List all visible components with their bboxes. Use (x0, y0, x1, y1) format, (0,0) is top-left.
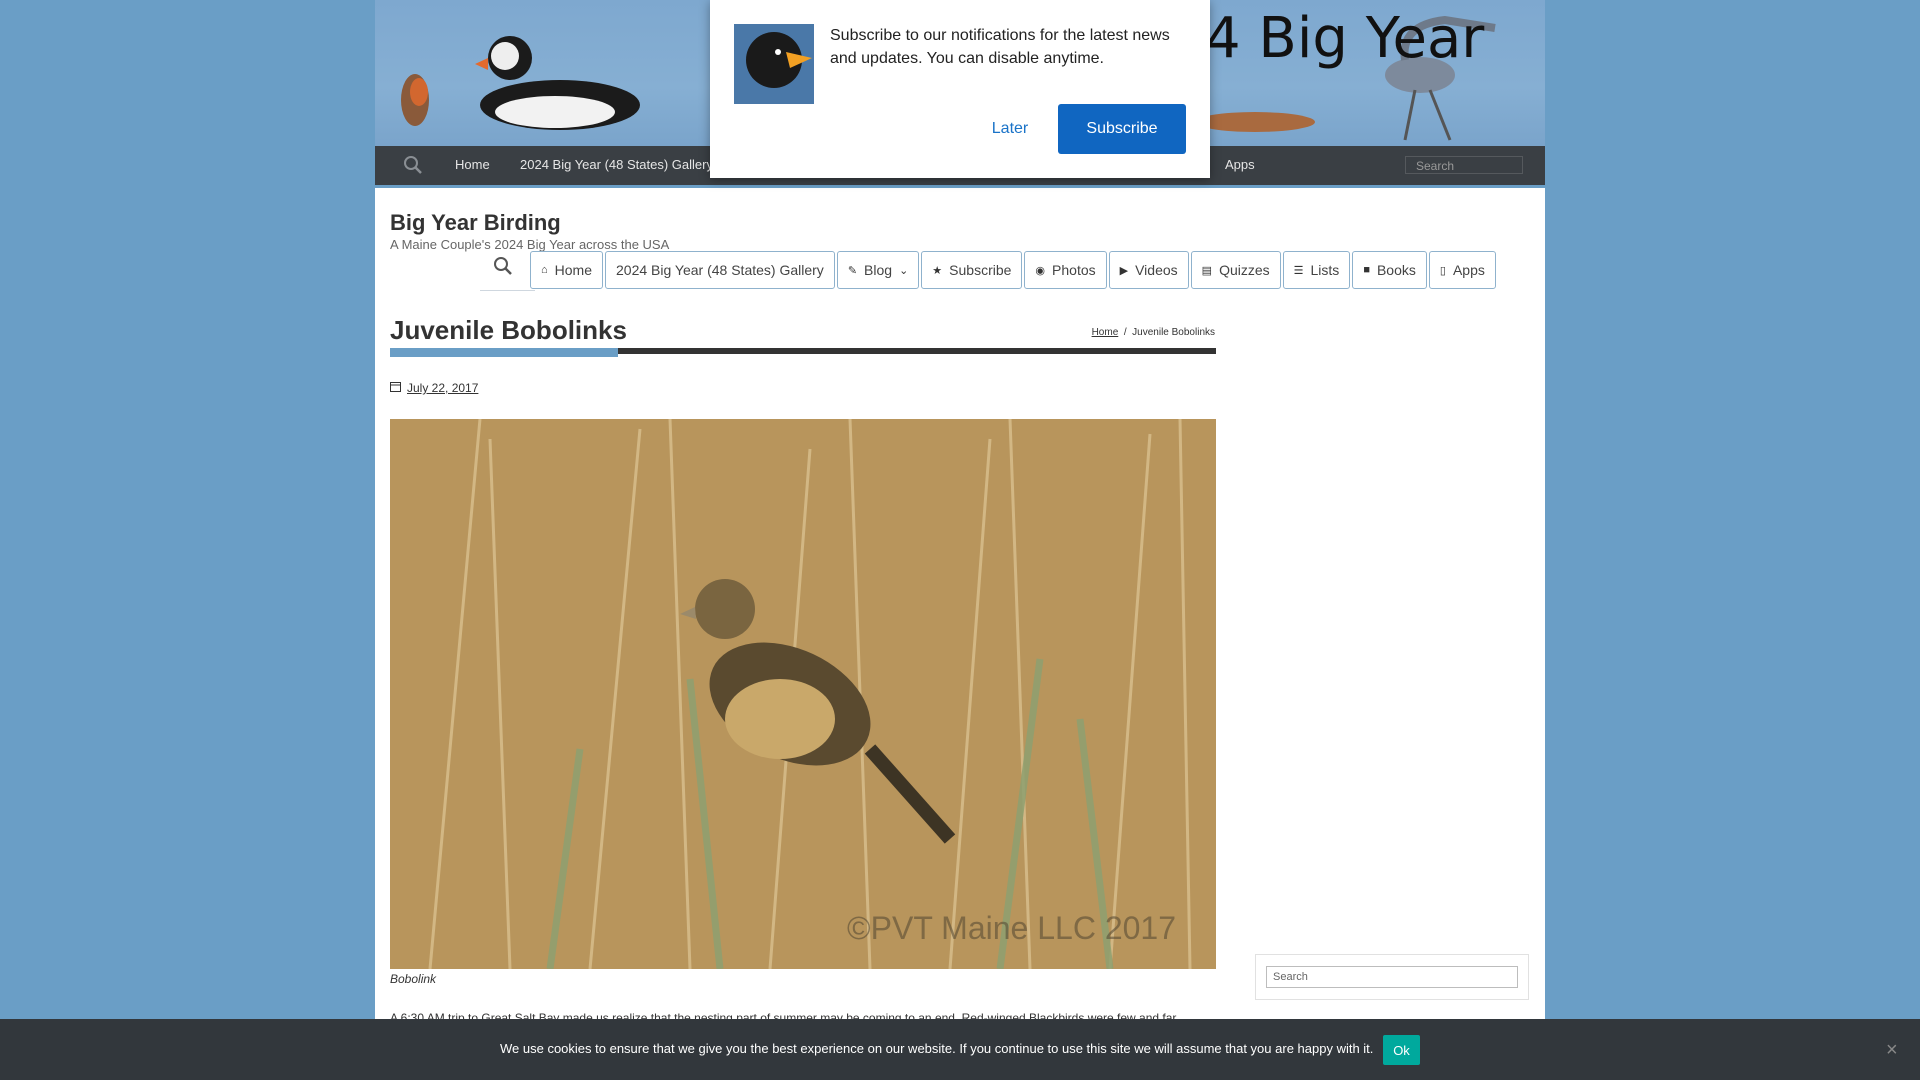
topnav-item-gallery[interactable]: 2024 Big Year (48 States) Gallery (520, 157, 713, 172)
breadcrumb-separator: / (1123, 327, 1127, 338)
menu-item-home[interactable]: ⌂ Home (530, 251, 604, 289)
sidebar-search-widget: Search (1255, 954, 1529, 1000)
menu-item-blog[interactable]: ✎ Blog ⌄ (836, 251, 920, 289)
breadcrumb-home-link[interactable]: Home (1092, 327, 1119, 338)
menu-item-label: Blog (864, 262, 893, 278)
books-icon: ■ (1363, 264, 1370, 276)
post-title: Juvenile Bobolinks (390, 315, 627, 345)
list-icon: ☰ (1293, 264, 1304, 277)
post-date: July 22, 2017 (390, 381, 478, 395)
menu-item-label: 2024 Big Year (48 States) Gallery (616, 262, 824, 278)
sidebar-search-input[interactable]: Search (1266, 966, 1518, 988)
page-container: 4 Big Year Home 2024 Big Year (48 States… (375, 0, 1545, 1080)
search-icon[interactable] (403, 155, 423, 180)
menu-item-books[interactable]: ■ Books (1352, 251, 1427, 289)
menu-search-icon[interactable] (493, 256, 513, 281)
menu-item-label: Books (1376, 262, 1416, 278)
later-button[interactable]: Later (960, 104, 1060, 154)
site-tagline: A Maine Couple's 2024 Big Year across th… (390, 237, 670, 252)
menu-item-lists[interactable]: ☰ Lists (1282, 251, 1351, 289)
book-edit-icon: ✎ (847, 264, 858, 277)
main-menu: ⌂ Home 2024 Big Year (48 States) Gallery… (530, 251, 1496, 289)
close-icon[interactable]: × (1886, 1039, 1898, 1062)
notification-thumbnail (734, 24, 814, 104)
cookie-message: We use cookies to ensure that we give yo… (500, 1041, 1374, 1056)
camera-icon: ◉ (1035, 264, 1046, 277)
topnav-item-home[interactable]: Home (455, 157, 490, 172)
breadcrumb: Home / Juvenile Bobolinks (1092, 327, 1215, 338)
chevron-down-icon: ⌄ (899, 264, 909, 277)
menu-item-label: Photos (1052, 262, 1096, 278)
site-title[interactable]: Big Year Birding (390, 210, 561, 236)
photo-watermark: ©PVT Maine LLC 2017 (847, 910, 1176, 946)
menu-item-label: Home (554, 262, 593, 278)
menu-search-underline (480, 290, 535, 291)
title-divider-accent (390, 348, 618, 357)
menu-item-subscribe[interactable]: ★ Subscribe (921, 251, 1023, 289)
bobolink-photo[interactable]: ©PVT Maine LLC 2017 (390, 419, 1216, 969)
menu-item-apps[interactable]: ▯ Apps (1428, 251, 1496, 289)
menu-item-videos[interactable]: ▶ Videos (1108, 251, 1189, 289)
phone-icon: ▯ (1439, 264, 1446, 277)
menu-item-label: Apps (1452, 262, 1485, 278)
calendar-icon (390, 381, 401, 395)
menu-item-label: Lists (1310, 262, 1340, 278)
topnav-item-apps[interactable]: Apps (1225, 157, 1255, 172)
notification-message: Subscribe to our notifications for the l… (830, 27, 1170, 67)
notification-prompt: Subscribe to our notifications for the l… (710, 0, 1210, 178)
star-icon: ★ (932, 264, 943, 277)
cookie-notice-bar: We use cookies to ensure that we give yo… (0, 1019, 1920, 1080)
menu-item-label: Subscribe (949, 262, 1012, 278)
breadcrumb-current: Juvenile Bobolinks (1132, 327, 1215, 338)
menu-item-photos[interactable]: ◉ Photos (1024, 251, 1107, 289)
topnav-search-input[interactable]: Search (1405, 156, 1523, 174)
menu-item-quizzes[interactable]: ▤ Quizzes (1190, 251, 1281, 289)
menu-item-label: Videos (1135, 262, 1178, 278)
home-icon: ⌂ (541, 264, 548, 276)
photo-caption: Bobolink (390, 972, 437, 986)
video-icon: ▶ (1119, 264, 1129, 277)
cookie-ok-button[interactable]: Ok (1383, 1035, 1420, 1065)
menu-item-gallery[interactable]: 2024 Big Year (48 States) Gallery (605, 251, 835, 289)
menu-item-label: Quizzes (1219, 262, 1270, 278)
post-date-link[interactable]: July 22, 2017 (407, 381, 478, 395)
quiz-icon: ▤ (1201, 264, 1213, 277)
subscribe-button[interactable]: Subscribe (1058, 104, 1186, 154)
bobolink-photo-illustration (390, 419, 1216, 969)
banner-title: 4 Big Year (1205, 6, 1485, 71)
